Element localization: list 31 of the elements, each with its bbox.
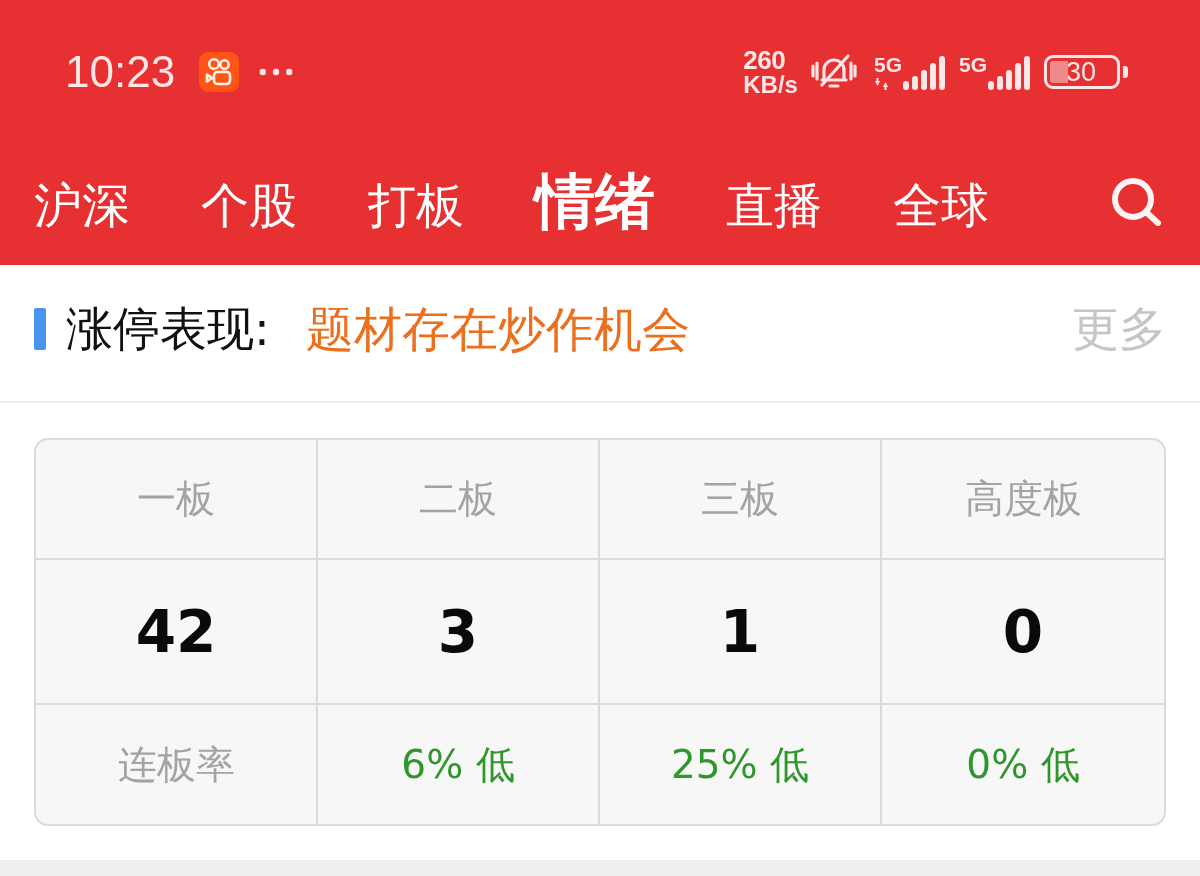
- nav-tab[interactable]: 打板: [368, 178, 464, 232]
- network-speed: 260: [743, 47, 786, 73]
- network-type-label: 5G: [959, 54, 987, 75]
- column-header: 高度板: [882, 440, 1164, 560]
- nav-tab[interactable]: 沪深: [34, 178, 130, 232]
- more-dots-icon: [259, 68, 294, 76]
- data-arrows-icon: [873, 78, 890, 90]
- video-camera-icon: [199, 52, 240, 92]
- nav-tab[interactable]: 直播: [726, 178, 822, 232]
- table-cell: 0: [882, 560, 1164, 705]
- network-speed-unit: KB/s: [743, 73, 798, 97]
- table-cell: 6% 低: [318, 705, 600, 824]
- section-title: 涨停表现:: [66, 303, 270, 355]
- network-type-label: 5G: [873, 54, 902, 75]
- column-header: 二板: [318, 440, 600, 560]
- table-cell: 3: [318, 560, 600, 705]
- signal-bars-icon: [903, 56, 945, 90]
- column-header: 三板: [600, 440, 882, 560]
- table-cell-text: 0% 低: [965, 740, 1081, 789]
- nav-tab[interactable]: 个股: [201, 178, 297, 232]
- column-header: 一板: [36, 440, 318, 560]
- signal-bars-icon: [988, 56, 1030, 90]
- table-cell: 42: [36, 560, 318, 705]
- table-cell: 1: [600, 560, 882, 705]
- battery-indicator: 30: [1044, 55, 1128, 89]
- table-cell: 25% 低: [600, 705, 882, 824]
- row-header: 连板率: [36, 705, 318, 824]
- nav-tab[interactable]: 全球: [893, 178, 989, 232]
- clock-time: 10:23: [65, 50, 176, 94]
- section-summary: 题材存在炒作机会: [305, 302, 690, 356]
- accent-bar-icon: [34, 308, 46, 350]
